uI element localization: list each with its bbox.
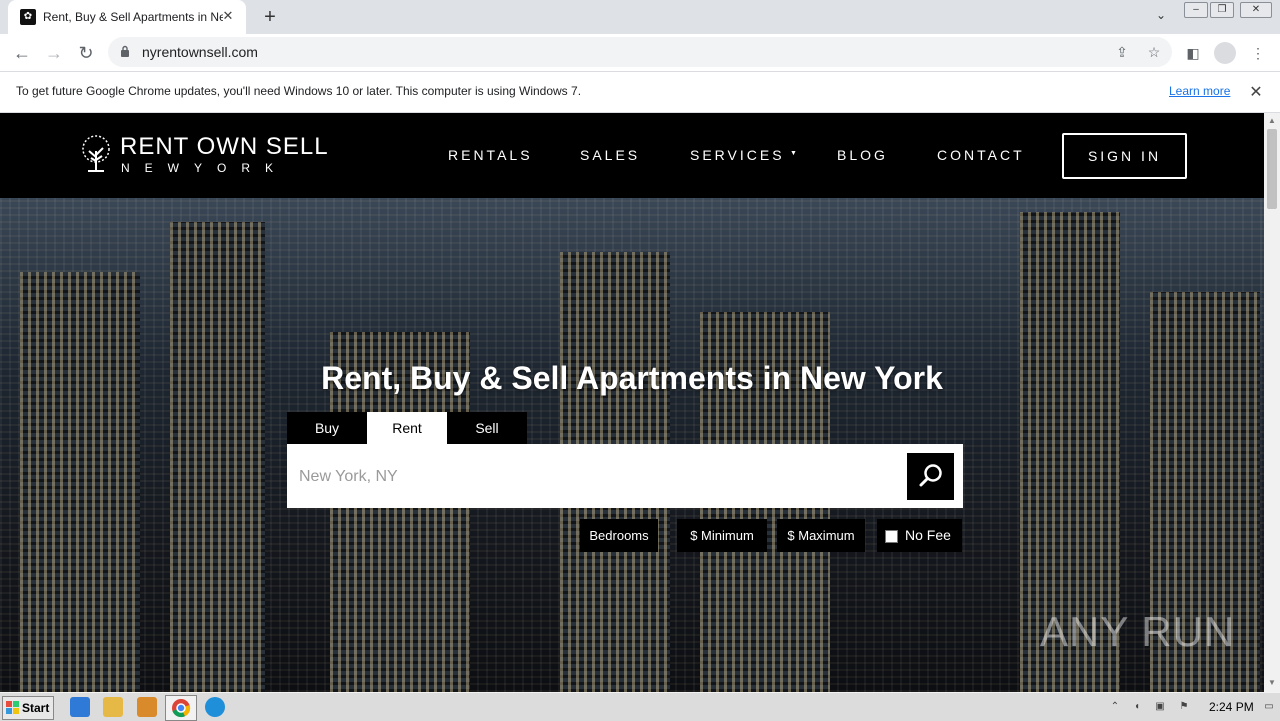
- lock-icon: [121, 45, 129, 57]
- page-scrollbar[interactable]: ▲ ▼: [1264, 113, 1280, 692]
- restore-button[interactable]: ❐: [1210, 2, 1234, 18]
- location-search-input[interactable]: [297, 462, 891, 492]
- search-icon: [919, 464, 942, 487]
- browser-toolbar: ← → ↻ nyrentownsell.com ⇪ ☆ ◧ ⋮: [0, 34, 1280, 72]
- tab-strip: ✿ Rent, Buy & Sell Apartments in New ✕ +…: [0, 0, 1280, 34]
- tab-title: Rent, Buy & Sell Apartments in New: [43, 10, 223, 24]
- hero-building: [170, 222, 265, 692]
- browser-tab[interactable]: ✿ Rent, Buy & Sell Apartments in New ✕: [8, 0, 246, 34]
- max-price-filter[interactable]: $ Maximum: [777, 519, 865, 552]
- search-button[interactable]: [907, 453, 954, 500]
- tray-expand-icon[interactable]: ⌃: [1108, 700, 1122, 714]
- minimize-button[interactable]: –: [1184, 2, 1208, 18]
- address-bar[interactable]: nyrentownsell.com ⇪ ☆: [108, 37, 1172, 67]
- infobar-message: To get future Google Chrome updates, you…: [16, 84, 582, 98]
- url-text: nyrentownsell.com: [142, 44, 258, 60]
- site-header: RENT OWN SELL NEWYORK RENTALS SALES SERV…: [0, 113, 1264, 198]
- new-tab-button[interactable]: +: [259, 6, 281, 28]
- back-arrow-icon[interactable]: ←: [10, 41, 34, 65]
- bedrooms-filter[interactable]: Bedrooms: [580, 519, 658, 552]
- services-caret-icon: ▼: [790, 150, 797, 157]
- start-label: Start: [22, 701, 50, 715]
- scroll-down-arrow-icon[interactable]: ▼: [1268, 678, 1276, 687]
- sign-in-button[interactable]: SIGN IN: [1062, 133, 1187, 179]
- site-favicon-icon: ✿: [20, 9, 36, 25]
- reload-icon[interactable]: ↻: [74, 41, 98, 65]
- page-viewport: RENT OWN SELL NEWYORK RENTALS SALES SERV…: [0, 113, 1264, 692]
- network-icon[interactable]: ▣: [1153, 700, 1167, 714]
- tab-search-chevron-icon[interactable]: ⌄: [1152, 8, 1170, 26]
- volume-icon[interactable]: ◖: [1130, 700, 1144, 714]
- share-icon[interactable]: ⇪: [1113, 43, 1131, 61]
- chrome-taskbar-button[interactable]: [165, 695, 197, 721]
- chrome-icon: [172, 699, 191, 718]
- hero-building: [20, 272, 140, 692]
- windows-flag-icon: [6, 701, 19, 714]
- no-fee-checkbox[interactable]: [885, 530, 898, 543]
- infobar-close-icon[interactable]: ✕: [1248, 82, 1264, 102]
- profile-avatar[interactable]: [1214, 42, 1236, 64]
- edge-icon[interactable]: [205, 697, 225, 717]
- window-close-button[interactable]: ✕: [1240, 2, 1272, 18]
- min-price-filter[interactable]: $ Minimum: [677, 519, 767, 552]
- nav-rentals[interactable]: RENTALS: [448, 147, 533, 163]
- action-center-flag-icon[interactable]: ⚑: [1177, 700, 1191, 714]
- ie-icon[interactable]: [70, 697, 90, 717]
- scroll-thumb[interactable]: [1267, 129, 1277, 209]
- nav-contact[interactable]: CONTACT: [937, 147, 1025, 163]
- start-button[interactable]: Start: [2, 696, 54, 720]
- learn-more-link[interactable]: Learn more: [1169, 84, 1230, 98]
- tree-logo-icon: [82, 135, 110, 172]
- tab-close-icon[interactable]: ✕: [220, 8, 236, 24]
- show-desktop-icon[interactable]: ▭: [1262, 700, 1276, 714]
- logo-name[interactable]: RENT OWN SELL: [120, 133, 329, 161]
- tab-sell[interactable]: Sell: [447, 412, 527, 444]
- forward-arrow-icon[interactable]: →: [42, 41, 66, 65]
- bookmark-star-icon[interactable]: ☆: [1145, 43, 1163, 61]
- nav-services[interactable]: SERVICES: [690, 147, 785, 163]
- nav-sales[interactable]: SALES: [580, 147, 640, 163]
- media-player-icon[interactable]: [137, 697, 157, 717]
- no-fee-label: No Fee: [905, 527, 951, 543]
- tab-rent[interactable]: Rent: [367, 412, 447, 444]
- menu-dots-icon[interactable]: ⋮: [1248, 43, 1268, 63]
- no-fee-filter[interactable]: No Fee: [877, 519, 962, 552]
- update-infobar: To get future Google Chrome updates, you…: [0, 72, 1280, 113]
- watermark-text: ANY RUN: [1040, 608, 1236, 655]
- tab-buy[interactable]: Buy: [287, 412, 367, 444]
- folder-icon[interactable]: [103, 697, 123, 717]
- taskbar: Start ⌃ ◖ ▣ ⚑ 2:24 PM ▭: [0, 692, 1280, 721]
- search-panel: [287, 444, 963, 508]
- nav-blog[interactable]: BLOG: [837, 147, 888, 163]
- side-panel-icon[interactable]: ◧: [1183, 43, 1203, 63]
- logo-subtitle: NEWYORK: [121, 161, 289, 175]
- clock: 2:24 PM: [1209, 700, 1254, 714]
- hero-title: Rent, Buy & Sell Apartments in New York: [321, 360, 943, 396]
- scroll-up-arrow-icon[interactable]: ▲: [1268, 116, 1276, 125]
